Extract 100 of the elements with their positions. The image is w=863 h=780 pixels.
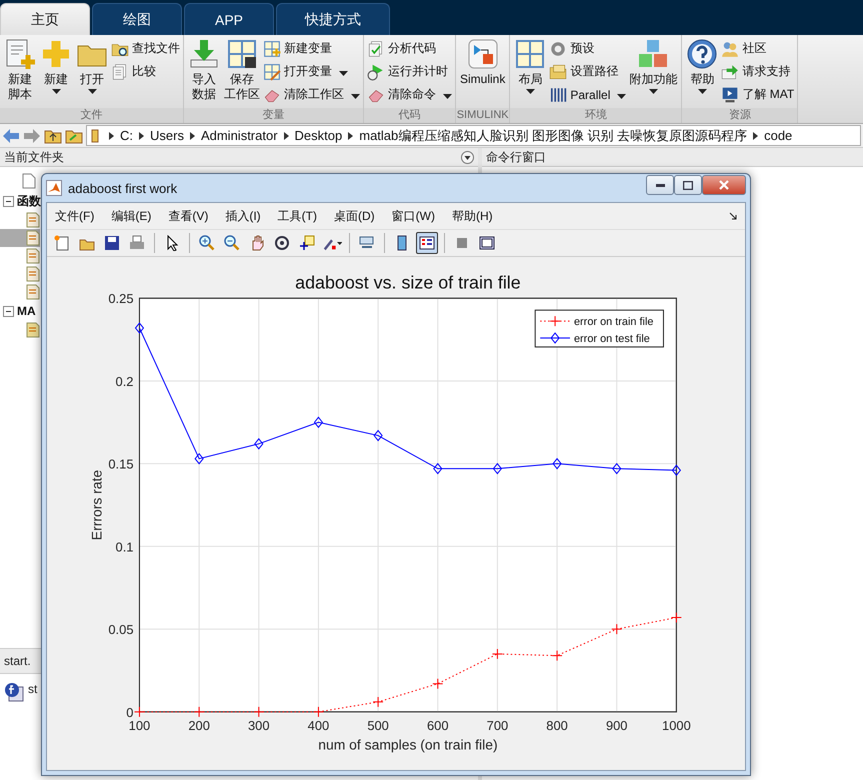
menu-item[interactable]: 工具(T) — [278, 208, 317, 224]
path-arrow-icon — [190, 132, 195, 140]
collapse-icon[interactable] — [3, 306, 14, 316]
diamond-marker — [314, 416, 324, 428]
ribbon-item[interactable]: Parallel — [549, 85, 626, 104]
ribbon-item[interactable]: 运行并计时 — [367, 62, 452, 81]
address-field[interactable]: C: Users Administrator Desktop matlab编程压缩感知人脸识别 图形图像 识别 去噪恢复原图源码程序 code — [86, 125, 861, 146]
menu-item[interactable]: 帮助(H) — [452, 208, 493, 224]
ribbon-button[interactable]: 新建 脚本 — [3, 38, 37, 108]
ribbon-button[interactable]: 导入 数据 — [187, 38, 221, 108]
menu-item[interactable]: 桌面(D) — [334, 208, 375, 224]
browse-folder-icon[interactable] — [65, 128, 83, 144]
path-segment[interactable]: matlab编程压缩感知人脸识别 图形图像 识别 去噪恢复原图源码程序 — [359, 126, 748, 144]
path-arrow-icon — [109, 132, 114, 140]
plus-marker — [552, 650, 563, 662]
script-file-icon — [26, 212, 40, 228]
diamond-marker — [433, 462, 442, 474]
ribbon-item[interactable]: 比较 — [111, 62, 180, 81]
checklist-icon — [367, 40, 385, 58]
ribbon-item[interactable]: 预设 — [549, 39, 626, 58]
ribbon-item[interactable]: 了解 MAT — [721, 85, 794, 104]
group-label: MA — [17, 304, 36, 318]
ribbon-button[interactable]: 打开 — [75, 38, 109, 108]
ribbon-button[interactable]: 帮助 — [685, 38, 720, 108]
x-tick-label: 700 — [486, 718, 508, 733]
monitor-icon — [721, 86, 740, 104]
ribbon-item[interactable]: 设置路径 — [549, 62, 626, 81]
ribbon-item[interactable]: 清除命令 — [367, 85, 452, 104]
new-file-icon — [54, 235, 70, 251]
grid-save-icon — [226, 38, 258, 70]
path-arrow-icon — [139, 132, 144, 140]
dock-arrow-icon[interactable] — [729, 212, 737, 220]
folder-up-icon[interactable] — [44, 128, 62, 144]
close-button[interactable] — [702, 175, 746, 195]
ribbon-button[interactable]: 布局 — [513, 38, 548, 108]
script-file-icon — [26, 284, 40, 300]
menu-item[interactable]: 文件(F) — [55, 208, 94, 224]
menu-item[interactable]: 插入(I) — [225, 208, 261, 224]
minimize-button[interactable] — [646, 175, 674, 195]
script-file-icon — [26, 248, 40, 264]
path-segment[interactable]: code — [764, 128, 792, 143]
panel-title: 当前文件夹 — [4, 148, 64, 166]
ribbon-button[interactable]: 新建 — [39, 38, 73, 108]
diamond-marker — [552, 458, 562, 470]
printer-icon — [129, 235, 145, 251]
ribbon-button[interactable]: 保存 工作区 — [223, 38, 261, 108]
plus-icon — [40, 38, 72, 70]
y-tick-label: 0 — [126, 704, 134, 720]
path-segment[interactable]: Users — [150, 128, 184, 143]
path-segment[interactable]: Administrator — [200, 128, 278, 143]
y-tick-label: 0.25 — [108, 291, 134, 306]
collapse-icon[interactable] — [3, 196, 14, 206]
y-tick-label: 0.15 — [108, 456, 134, 472]
ribbon-tab[interactable]: 绘图 — [92, 3, 182, 35]
ribbon-tab[interactable]: 快捷方式 — [276, 3, 390, 35]
block-diagram-icon — [466, 38, 499, 70]
legend-swatch — [540, 316, 570, 327]
legend-label: error on train file — [574, 316, 654, 328]
ribbon-item[interactable]: 打开变量 — [263, 62, 360, 81]
menu-item[interactable]: 窗口(W) — [392, 208, 435, 224]
panel-menu-icon[interactable] — [461, 150, 474, 164]
ribbon-item[interactable]: 分析代码 — [367, 39, 452, 58]
toolbar-button[interactable] — [416, 232, 438, 254]
section-label: 代码 — [364, 108, 455, 123]
script-file-icon — [26, 322, 40, 338]
ribbon-button[interactable]: Simulink — [459, 38, 506, 108]
section-label: 变量 — [184, 108, 363, 123]
details-title: start. — [4, 654, 31, 668]
x-tick-label: 100 — [128, 718, 150, 733]
menu-item[interactable]: 查看(V) — [168, 208, 208, 224]
ribbon-tab[interactable]: APP — [184, 3, 274, 35]
back-arrow-icon[interactable] — [2, 128, 20, 144]
dock-window-icon — [479, 235, 495, 251]
legend-swatch — [540, 332, 570, 344]
ribbon-tab[interactable]: 主页 — [0, 3, 90, 35]
x-tick-label: 900 — [606, 718, 628, 733]
ribbon-item[interactable]: 社区 — [721, 39, 794, 58]
section-label: 资源 — [682, 108, 798, 123]
ribbon-item[interactable]: 新建变量 — [263, 39, 360, 58]
x-tick-label: 1000 — [662, 718, 691, 733]
maximize-button[interactable] — [674, 175, 702, 195]
plus-marker — [670, 612, 682, 624]
script-file-icon — [26, 266, 40, 282]
x-tick-label: 600 — [426, 718, 449, 733]
ribbon-item[interactable]: 请求支持 — [721, 62, 794, 81]
x-tick-label: 400 — [308, 718, 330, 733]
save-icon — [104, 235, 120, 251]
path-arrow-icon — [284, 132, 289, 140]
path-segment[interactable]: C: — [120, 128, 133, 143]
path-segment[interactable]: Desktop — [294, 128, 342, 143]
caret-icon — [88, 89, 96, 94]
ribbon-button[interactable]: 附加功能 — [628, 38, 678, 108]
panel-title: 命令行窗口 — [486, 148, 546, 166]
caret-icon — [351, 94, 360, 98]
ribbon-item[interactable]: 查找文件 — [111, 39, 180, 58]
ribbon-item[interactable]: 清除工作区 — [263, 85, 360, 104]
menu-item[interactable]: 编辑(E) — [111, 208, 152, 224]
file-row[interactable] — [0, 229, 40, 247]
section-label: SIMULINK — [456, 108, 510, 123]
grid-pencil-icon — [263, 62, 281, 80]
